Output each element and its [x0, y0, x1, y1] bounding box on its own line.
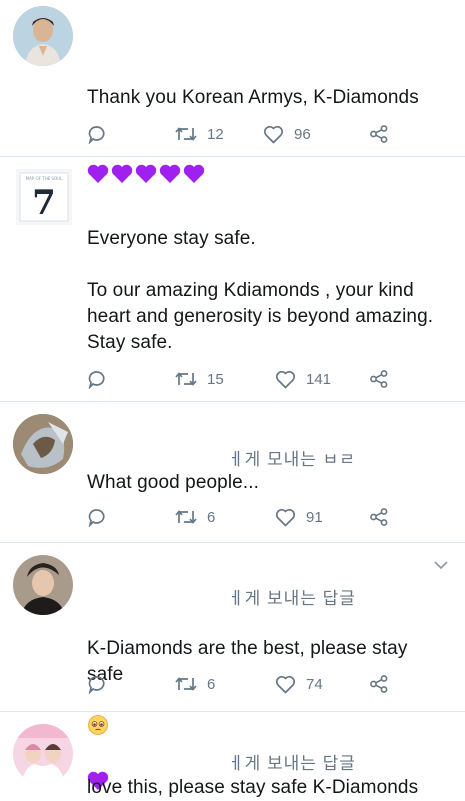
retweet-count: 6: [207, 675, 216, 693]
share-icon: [370, 675, 388, 693]
like-count: 74: [306, 675, 323, 693]
tweet-text-content: Thank you Korean Armys, K-Diamonds: [87, 87, 419, 108]
retweet-count: 6: [207, 508, 216, 526]
like-icon: [263, 125, 284, 143]
like-count: 141: [306, 370, 332, 388]
share-button[interactable]: [369, 122, 389, 146]
retweet-button[interactable]: 6: [175, 672, 215, 696]
tweet-4[interactable]: ㅔ게 보내는 답글 K-Diamonds are the best, pleas…: [0, 543, 465, 790]
retweet-button[interactable]: 6: [175, 505, 215, 529]
like-count: 91: [306, 508, 323, 526]
share-icon: [370, 370, 388, 388]
share-button[interactable]: [369, 367, 389, 391]
reply-button[interactable]: [87, 367, 107, 391]
share-button[interactable]: [369, 505, 389, 529]
tweet-5[interactable]: ㅔ게 보내는 답글 love this, please stay safe K-…: [0, 712, 465, 800]
like-count: 96: [294, 125, 311, 143]
reply-button[interactable]: [87, 505, 107, 529]
reply-icon: [88, 126, 105, 144]
avatar[interactable]: [13, 414, 73, 474]
retweet-count: 12: [207, 125, 224, 143]
reply-button[interactable]: [87, 672, 107, 696]
avatar[interactable]: [13, 6, 73, 66]
tweet-1[interactable]: Thank you Korean Armys, K-Diamonds 12 96: [0, 0, 465, 183]
reply-icon: [88, 509, 105, 527]
retweet-icon: [175, 127, 197, 141]
like-button[interactable]: 91: [275, 505, 323, 529]
tweet-actions: 6 91: [87, 505, 407, 529]
retweet-button[interactable]: 15: [175, 367, 224, 391]
reply-icon: [88, 676, 105, 694]
share-icon: [370, 125, 388, 143]
like-icon: [275, 675, 296, 693]
tweet-text: love this, please stay safe K-Diamonds: [87, 777, 419, 798]
avatar[interactable]: MAP OF THE SOUL 7: [16, 169, 72, 225]
tweet-text: Everyone stay safe. To our amazing Kdiam…: [87, 228, 434, 353]
tweet-actions: 15 141: [87, 367, 407, 391]
reply-header: ㅔ게 보내는 답글: [228, 589, 356, 608]
like-button[interactable]: 96: [263, 122, 311, 146]
reply-icon: [88, 371, 105, 389]
tweet-3[interactable]: ㅔ게 모내는 ㅂㄹ What good people... 6 91: [0, 402, 465, 540]
retweet-icon: [175, 677, 197, 691]
tweet-actions: 12 96: [87, 122, 407, 146]
reply-button[interactable]: [87, 122, 107, 146]
reply-header: ㅔ게 모내는 ㅂㄹ: [228, 450, 356, 469]
tweet-text: What good people...: [87, 472, 259, 493]
like-icon: [275, 508, 296, 526]
reply-header: ㅔ게 보내는 답글: [228, 754, 356, 773]
like-button[interactable]: 74: [275, 672, 323, 696]
chevron-down-icon[interactable]: [433, 557, 449, 575]
retweet-icon: [175, 510, 197, 524]
retweet-button[interactable]: 12: [175, 122, 224, 146]
svg-text:7: 7: [32, 183, 56, 223]
like-icon: [275, 370, 296, 388]
like-button[interactable]: 141: [275, 367, 331, 391]
avatar[interactable]: [13, 724, 73, 784]
share-button[interactable]: [369, 672, 389, 696]
tweet-2[interactable]: MAP OF THE SOUL 7 Everyone stay safe. To…: [0, 157, 465, 399]
share-icon: [370, 508, 388, 526]
retweet-icon: [175, 372, 197, 386]
tweet-actions: 6 74: [87, 672, 407, 696]
retweet-count: 15: [207, 370, 224, 388]
svg-text:MAP OF THE SOUL: MAP OF THE SOUL: [26, 176, 63, 181]
avatar[interactable]: [13, 555, 73, 615]
